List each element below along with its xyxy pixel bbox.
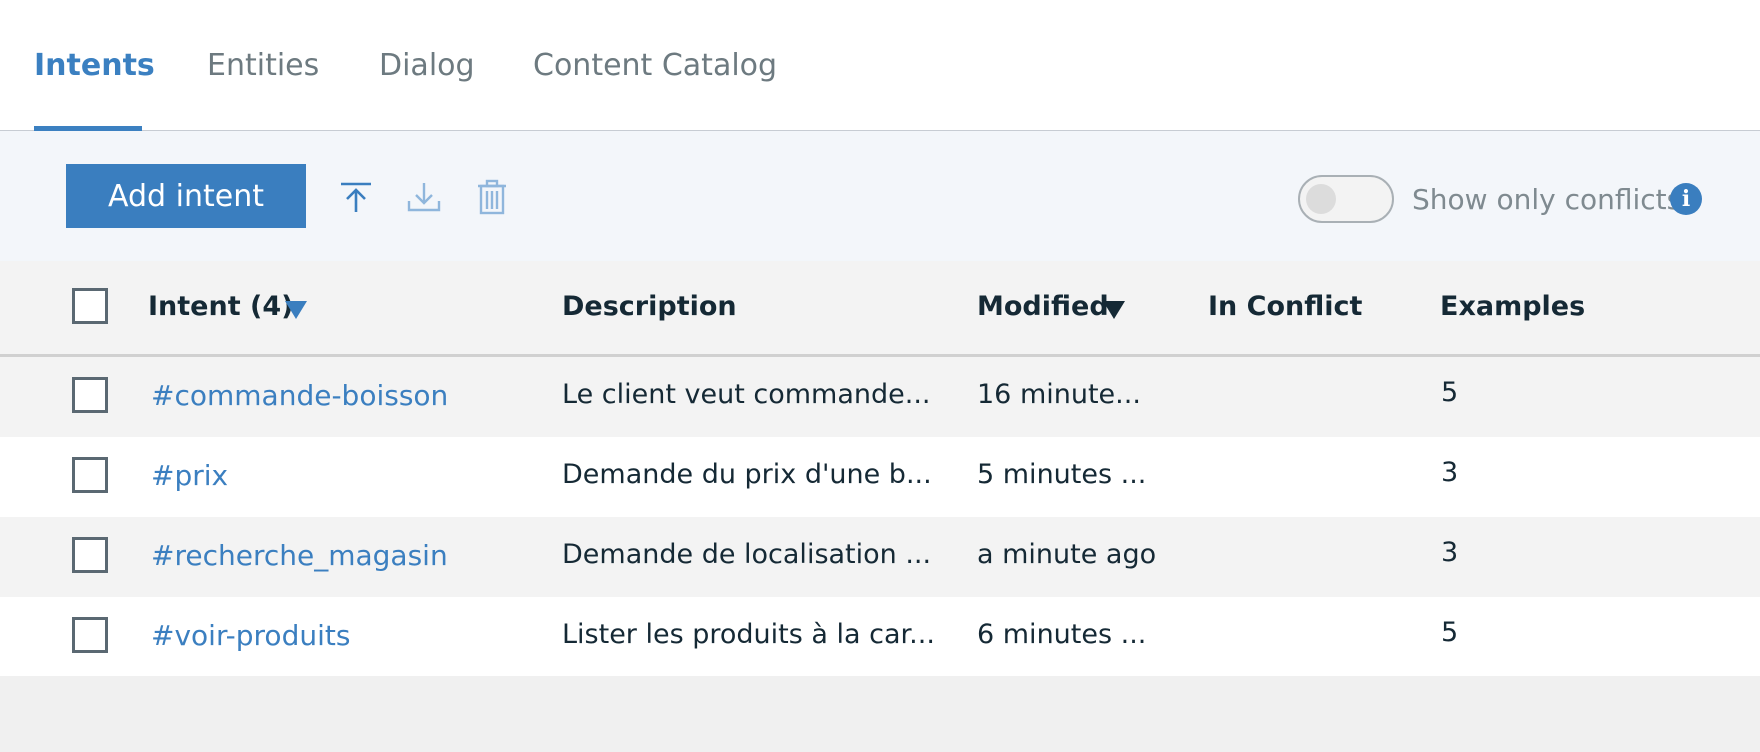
row-checkbox[interactable] [72,617,108,653]
examples-count: 3 [1441,537,1459,568]
toolbar: Add intent Show only conflicts i [0,131,1760,261]
modified-time: 16 minute... [977,379,1141,410]
in-conflict-column-header: In Conflict [1208,291,1363,322]
sort-down-icon[interactable] [1103,301,1125,319]
select-all-checkbox[interactable] [72,288,108,324]
modified-column-header[interactable]: Modified [977,291,1109,322]
row-checkbox[interactable] [72,537,108,573]
intent-name-link[interactable]: #commande-boisson [151,379,448,412]
row-checkbox[interactable] [72,377,108,413]
examples-column-header: Examples [1440,291,1586,322]
examples-count: 5 [1441,377,1459,408]
table-row[interactable]: #prix Demande du prix d'une b... 5 minut… [0,437,1760,517]
show-conflicts-label: Show only conflicts [1412,183,1682,216]
intent-name-link[interactable]: #voir-produits [151,619,350,652]
examples-count: 3 [1441,457,1459,488]
add-intent-button[interactable]: Add intent [66,164,306,228]
upload-icon[interactable] [338,179,374,215]
intent-description: Le client veut commande... [562,379,931,410]
row-checkbox[interactable] [72,457,108,493]
trash-icon[interactable] [474,179,510,215]
sort-down-icon[interactable] [285,301,307,319]
intent-name-link[interactable]: #prix [151,459,228,492]
intent-description: Demande du prix d'une b... [562,459,932,490]
table-row[interactable]: #voir-produits Lister les produits à la … [0,597,1760,677]
modified-time: 6 minutes ... [977,619,1147,650]
info-icon[interactable]: i [1670,183,1702,215]
modified-time: 5 minutes ... [977,459,1147,490]
tab-bar: Intents Entities Dialog Content Catalog [0,0,1760,131]
tab-entities[interactable]: Entities [207,48,319,83]
intent-name-link[interactable]: #recherche_magasin [151,539,448,572]
download-icon[interactable] [406,179,442,215]
intent-description: Demande de localisation ... [562,539,932,570]
toggle-knob [1306,184,1336,214]
table-empty-area [0,676,1760,752]
tab-content-catalog[interactable]: Content Catalog [533,48,777,83]
show-conflicts-toggle[interactable] [1298,175,1394,223]
tab-dialog[interactable]: Dialog [379,48,475,83]
intent-column-header[interactable]: Intent (4) [148,291,293,322]
description-column-header: Description [562,291,737,322]
tab-intents[interactable]: Intents [34,48,155,83]
intent-description: Lister les produits à la car... [562,619,935,650]
table-row[interactable]: #commande-boisson Le client veut command… [0,357,1760,437]
table-row[interactable]: #recherche_magasin Demande de localisati… [0,517,1760,597]
modified-time: a minute ago [977,539,1157,570]
table-header: Intent (4) Description Modified In Confl… [0,261,1760,357]
examples-count: 5 [1441,617,1459,648]
